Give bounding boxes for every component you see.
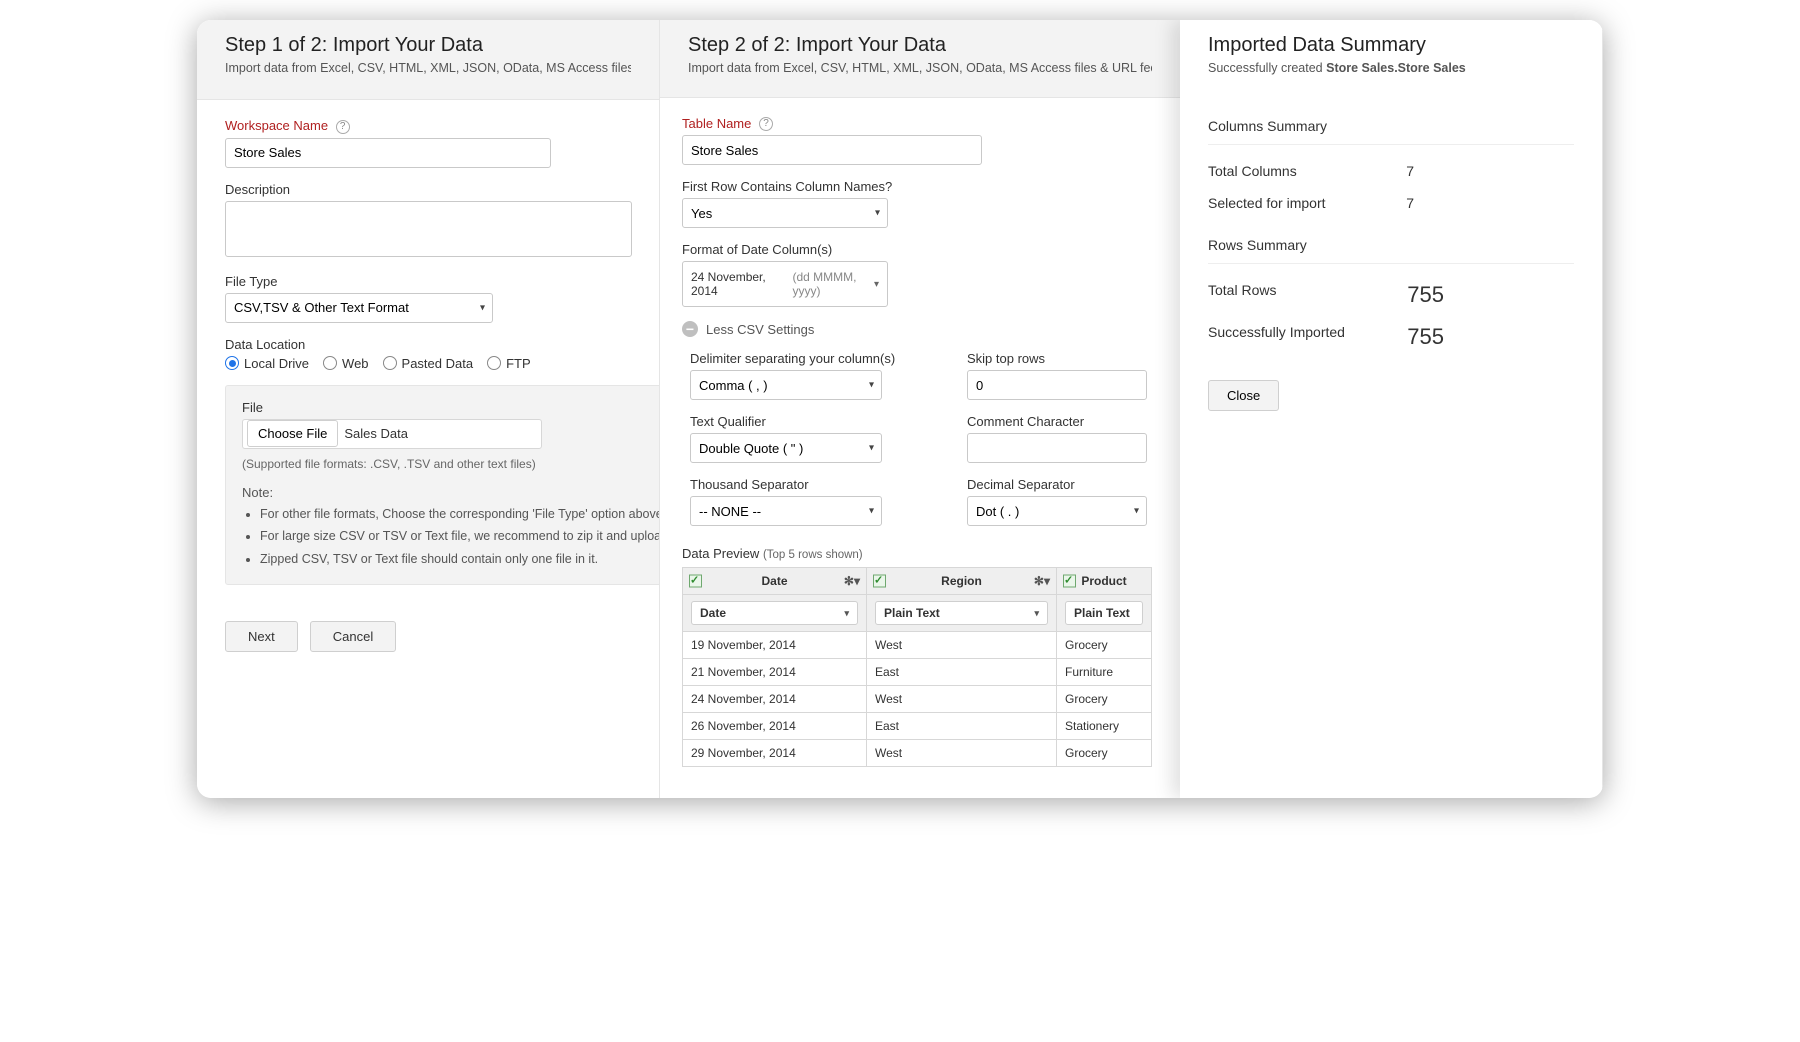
note-item: Zipped CSV, TSV or Text file should cont… [260,551,648,568]
datalocation-label: Data Location [225,337,631,352]
table-name-label: Table Name ? [682,116,1174,132]
notes-heading: Note: [242,485,648,500]
imported-rows-row: Successfully Imported 755 [1208,316,1574,358]
comment-input[interactable] [967,433,1147,463]
close-button[interactable]: Close [1208,380,1279,411]
table-row: 29 November, 2014WestGrocery [683,740,1152,767]
file-label: File [242,400,648,415]
chosen-file-name: Sales Data [344,426,408,441]
summary-header: Imported Data Summary Successfully creat… [1180,20,1602,100]
notes-list: For other file formats, Choose the corre… [260,506,648,569]
rows-summary-heading: Rows Summary [1208,237,1574,253]
minus-icon: − [682,321,698,337]
cancel-button[interactable]: Cancel [310,621,396,652]
comment-label: Comment Character [967,414,1174,429]
panel-step-2: Step 2 of 2: Import Your Data Import dat… [660,20,1180,798]
skiptop-input[interactable] [967,370,1147,400]
datalocation-radio-group: Local Drive Web Pasted Data FTP [225,356,631,371]
note-item: For large size CSV or TSV or Text file, … [260,528,648,545]
table-row: 21 November, 2014EastFurniture [683,659,1152,686]
choose-file-button[interactable]: Choose File [247,420,338,447]
selected-columns-row: Selected for import 7 [1208,187,1574,219]
success-message: Successfully created Store Sales.Store S… [1208,61,1574,75]
chevron-down-icon: ▾ [1034,608,1039,619]
filetype-select[interactable]: CSV,TSV & Other Text Format [225,293,493,323]
help-icon[interactable]: ? [759,117,773,131]
note-item: For other file formats, Choose the corre… [260,506,648,523]
total-columns-row: Total Columns 7 [1208,155,1574,187]
summary-body: Columns Summary Total Columns 7 Selected… [1180,100,1602,429]
help-icon[interactable]: ? [336,120,350,134]
date-format-label: Format of Date Column(s) [682,242,1174,257]
column-type-select[interactable]: Date▾ [691,601,858,625]
column-header: Product [1081,574,1126,588]
import-wizard: Step 1 of 2: Import Your Data Import dat… [197,20,1603,798]
csv-settings-grid: Delimiter separating your column(s) Comm… [682,351,1174,526]
chevron-down-icon: ▾ [874,279,879,290]
summary-title: Imported Data Summary [1208,34,1574,57]
radio-local-drive[interactable]: Local Drive [225,356,309,371]
data-preview-table: Date ✻▾ Region ✻▾ Product Date▾ Plain Text… [682,567,1152,767]
column-header: Region [941,574,982,588]
delimiter-select[interactable]: Comma ( , ) [690,370,882,400]
date-format-select[interactable]: 24 November, 2014 (dd MMMM, yyyy) ▾ [682,261,888,307]
data-preview-title: Data Preview (Top 5 rows shown) [682,546,1174,561]
less-csv-toggle[interactable]: − Less CSV Settings [682,321,1174,337]
gear-icon[interactable]: ✻▾ [1034,574,1050,588]
description-label: Description [225,182,631,197]
textq-select[interactable]: Double Quote ( " ) [690,433,882,463]
skiptop-label: Skip top rows [967,351,1174,366]
delimiter-label: Delimiter separating your column(s) [690,351,937,366]
radio-ftp[interactable]: FTP [487,356,531,371]
decimal-select[interactable]: Dot ( . ) [967,496,1147,526]
file-upload-box: File Choose File Sales Data (Supported f… [225,385,659,586]
step1-title: Step 1 of 2: Import Your Data [225,34,631,57]
decimal-label: Decimal Separator [967,477,1174,492]
column-checkbox[interactable] [1063,575,1076,588]
column-header: Date [761,574,787,588]
table-row: 24 November, 2014WestGrocery [683,686,1152,713]
workspace-name-label: Workspace Name ? [225,118,631,134]
columns-summary-heading: Columns Summary [1208,118,1574,134]
radio-pasted-data[interactable]: Pasted Data [383,356,474,371]
thousand-label: Thousand Separator [690,477,937,492]
thousand-select[interactable]: -- NONE -- [690,496,882,526]
divider [1208,144,1574,145]
column-checkbox[interactable] [873,575,886,588]
filetype-label: File Type [225,274,631,289]
table-row: 26 November, 2014EastStationery [683,713,1152,740]
step1-subtitle: Import data from Excel, CSV, HTML, XML, … [225,61,631,75]
radio-web[interactable]: Web [323,356,369,371]
first-row-label: First Row Contains Column Names? [682,179,1174,194]
step2-header: Step 2 of 2: Import Your Data Import dat… [660,20,1180,98]
column-checkbox[interactable] [689,575,702,588]
panel-summary: Imported Data Summary Successfully creat… [1180,20,1603,798]
textq-label: Text Qualifier [690,414,937,429]
panel-step-1: Step 1 of 2: Import Your Data Import dat… [197,20,660,798]
chevron-down-icon: ▾ [844,608,849,619]
workspace-name-input[interactable] [225,138,551,168]
on-import-errors-label: On Import Errors [682,797,1174,798]
table-name-input[interactable] [682,135,982,165]
first-row-select[interactable]: Yes [682,198,888,228]
step2-body: Table Name ? First Row Contains Column N… [660,98,1180,798]
step2-title: Step 2 of 2: Import Your Data [688,34,1152,57]
divider [1208,263,1574,264]
supported-formats-hint: (Supported file formats: .CSV, .TSV and … [242,457,648,471]
step1-header: Step 1 of 2: Import Your Data Import dat… [197,20,659,100]
description-input[interactable] [225,201,632,257]
column-type-select[interactable]: Plain Text [1065,601,1143,625]
step1-body: Workspace Name ? Description File Type C… [197,100,659,670]
step2-subtitle: Import data from Excel, CSV, HTML, XML, … [688,61,1152,75]
next-button[interactable]: Next [225,621,298,652]
gear-icon[interactable]: ✻▾ [844,574,860,588]
total-rows-row: Total Rows 755 [1208,274,1574,316]
table-row: 19 November, 2014WestGrocery [683,632,1152,659]
column-type-select[interactable]: Plain Text▾ [875,601,1048,625]
